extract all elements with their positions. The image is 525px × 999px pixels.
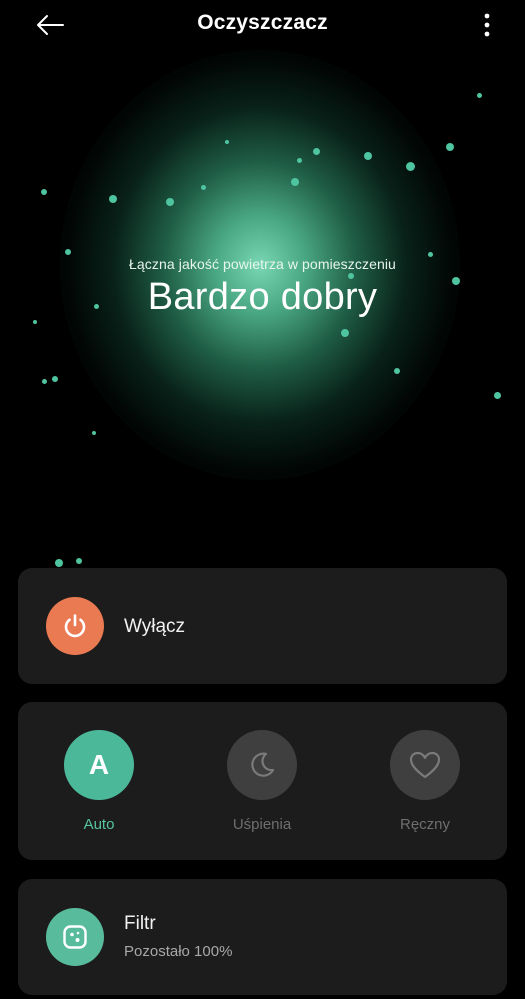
page-title: Oczyszczacz <box>197 11 328 34</box>
air-quality-value: Bardzo dobry <box>147 276 378 318</box>
more-vertical-icon <box>484 13 490 37</box>
power-card[interactable]: Wyłącz <box>18 568 507 684</box>
power-icon <box>64 614 86 638</box>
filter-icon <box>63 925 87 949</box>
mode-auto-label: Auto <box>83 816 115 833</box>
mode-card: A Auto Uśpienia Ręczny <box>18 702 507 860</box>
more-options-button[interactable] <box>473 10 501 40</box>
manual-mode-circle <box>390 730 460 800</box>
sleep-mode-circle <box>227 730 297 800</box>
mode-manual-label: Ręczny <box>399 816 451 833</box>
heart-icon <box>409 751 441 779</box>
power-button[interactable] <box>46 597 104 655</box>
power-label: Wyłącz <box>124 616 186 637</box>
filter-card[interactable]: Filtr Pozostało 100% <box>18 879 507 995</box>
auto-mode-letter: A <box>88 749 110 780</box>
moon-icon <box>251 752 275 777</box>
mode-sleep-button[interactable]: Uśpienia <box>207 730 317 840</box>
air-quality-display: Łączna jakość powietrza w pomieszczeniu … <box>0 50 525 570</box>
filter-remaining: Pozostało 100% <box>124 943 233 960</box>
filter-button[interactable] <box>46 908 104 966</box>
mode-auto-button[interactable]: A Auto <box>44 730 154 840</box>
auto-mode-icon: A <box>64 730 134 800</box>
header: Oczyszczacz <box>0 0 525 50</box>
air-quality-caption: Łączna jakość powietrza w pomieszczeniu <box>129 256 396 272</box>
mode-manual-button[interactable]: Ręczny <box>370 730 480 840</box>
filter-label: Filtr <box>124 913 156 934</box>
mode-sleep-label: Uśpienia <box>232 816 292 833</box>
